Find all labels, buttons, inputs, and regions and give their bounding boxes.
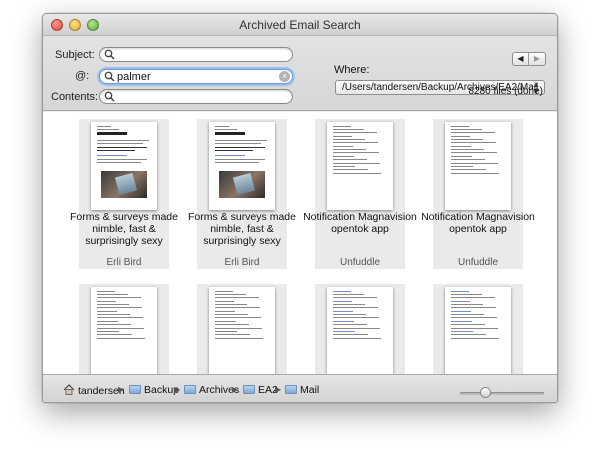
magnifier-icon xyxy=(104,49,115,60)
email-preview-thumbnail xyxy=(91,122,157,210)
magnifier-icon xyxy=(104,91,115,102)
result-tile[interactable]: Notification Magnavision opentok app Unfu… xyxy=(303,119,417,269)
contents-search-field[interactable] xyxy=(99,89,293,104)
email-preview-thumbnail xyxy=(445,287,511,374)
subject-label: Subject: xyxy=(55,49,95,61)
path-crumb[interactable]: tandersen xyxy=(63,384,125,398)
result-tile[interactable]: Re: Timeline f… xyxy=(315,284,405,374)
back-button[interactable]: ◀ xyxy=(513,53,529,65)
result-sender: Unfuddle xyxy=(339,257,381,268)
path-separator-icon: ▶ xyxy=(275,385,282,394)
path-crumb-label: Mail xyxy=(300,384,320,396)
result-tile[interactable]: Re: Timeline f… xyxy=(433,284,523,374)
folder-icon xyxy=(243,385,255,394)
file-count-status: 8280 files (done) xyxy=(468,86,544,97)
path-crumb[interactable]: Backup xyxy=(129,384,179,398)
email-preview-thumbnail xyxy=(445,122,511,210)
home-icon xyxy=(63,384,75,395)
result-subject: Forms & surveys made nimble, fast & surp… xyxy=(70,211,178,247)
path-crumb[interactable]: Mail xyxy=(285,384,319,398)
result-tile[interactable]: Forms & surveys made nimble, fast & surp… xyxy=(188,119,296,269)
result-sender: Unfuddle xyxy=(457,257,499,268)
email-preview-thumbnail xyxy=(209,287,275,374)
forward-button[interactable]: ▶ xyxy=(529,53,545,65)
result-subject: Notification Magnavision opentok app xyxy=(303,211,417,235)
path-crumb[interactable]: Archives xyxy=(184,384,239,398)
where-label: Where: xyxy=(334,64,370,76)
magnifier-icon xyxy=(104,71,115,82)
search-toolbar: Subject: @: palmer × Contents: Where: ◀ … xyxy=(43,36,557,111)
zoom-slider-knob[interactable] xyxy=(480,387,492,398)
title-bar: Archived Email Search xyxy=(43,14,557,36)
path-separator-icon: ▶ xyxy=(232,385,239,394)
result-tile[interactable]: Forms & surveys made nimble, fast & surp… xyxy=(70,119,178,269)
email-preview-thumbnail xyxy=(327,287,393,374)
zoom-slider-track[interactable] xyxy=(460,392,544,395)
path-crumb[interactable]: EA2 xyxy=(243,384,278,398)
email-preview-thumbnail xyxy=(91,287,157,374)
from-label: @: xyxy=(75,70,90,82)
archived-email-search-window: Archived Email Search Subject: @: palmer… xyxy=(42,13,558,403)
result-sender: Erli Bird xyxy=(106,257,142,268)
result-sender: Erli Bird xyxy=(224,257,260,268)
contents-label: Contents: xyxy=(51,91,99,103)
path-bar: tandersen Backup Archives EA2 Mail ▶ ▶ ▶ ▶ xyxy=(43,374,557,402)
result-tile[interactable]: Sept… ber Post… xyxy=(197,284,287,374)
window-title: Archived Email Search xyxy=(239,18,361,32)
result-tile[interactable]: Sept… ber Post… xyxy=(79,284,169,374)
subject-search-field[interactable] xyxy=(99,47,293,62)
folder-icon xyxy=(129,385,141,394)
email-preview-thumbnail xyxy=(209,122,275,210)
folder-icon xyxy=(285,385,297,394)
email-preview-thumbnail xyxy=(327,122,393,210)
result-subject: Forms & surveys made nimble, fast & surp… xyxy=(188,211,296,247)
clear-icon[interactable]: × xyxy=(279,71,290,82)
folder-icon xyxy=(184,385,196,394)
from-value: palmer xyxy=(117,71,151,83)
results-grid[interactable]: Forms & surveys made nimble, fast & surp… xyxy=(43,112,557,374)
from-search-field[interactable]: palmer × xyxy=(99,69,293,84)
history-nav: ◀ ▶ xyxy=(512,52,546,66)
path-separator-icon: ▶ xyxy=(174,385,181,394)
result-subject: Notification Magnavision opentok app xyxy=(421,211,535,235)
result-tile[interactable]: Notification Magnavision opentok app Unfu… xyxy=(421,119,535,269)
path-separator-icon: ▶ xyxy=(118,385,125,394)
